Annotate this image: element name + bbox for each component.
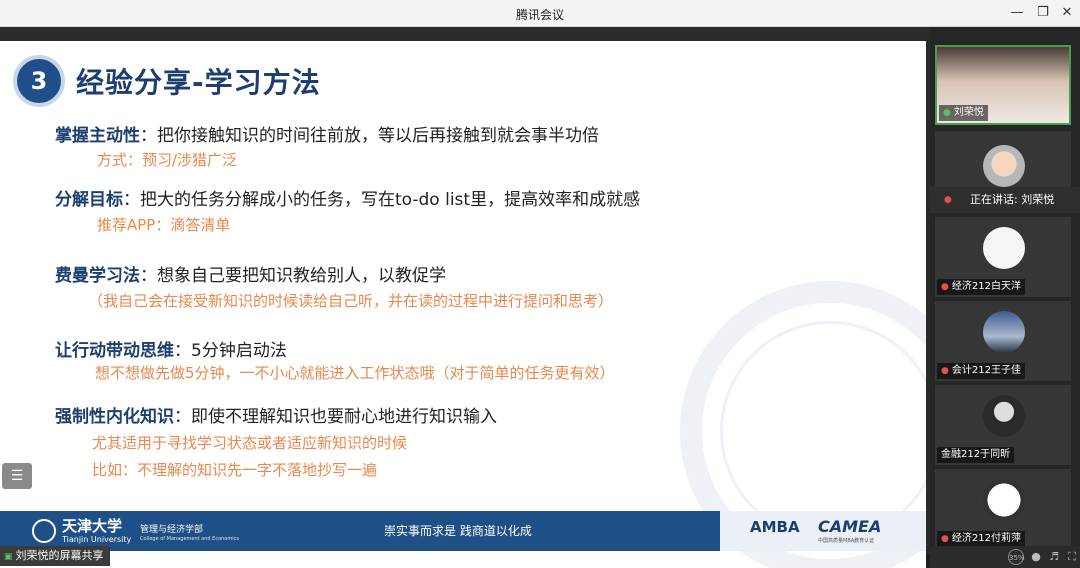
participant-name: ● 刘荣悦 xyxy=(939,105,988,121)
participant-tile[interactable]: ● 经济212付莉萍 xyxy=(935,469,1071,549)
bottom-toolbar: 35% ● ♬ ⛶ xyxy=(930,546,1080,568)
tip-subtext: 比如：不理解的知识先一字不落地抄写一遍 xyxy=(92,461,378,479)
mic-muted-icon: ● xyxy=(941,534,949,544)
camea-logo: CAMEA xyxy=(818,517,882,536)
mic-on-icon: ● xyxy=(943,108,951,118)
university-name-cn: 天津大学 xyxy=(62,517,123,535)
tip-text: ：5分钟启动法 xyxy=(174,341,287,361)
avatar xyxy=(983,145,1025,187)
participant-tile[interactable]: 金融212于同昕 xyxy=(935,385,1071,465)
tip-key: 费曼学习法 xyxy=(55,266,140,286)
avatar xyxy=(983,395,1025,437)
tip-text: ：即使不理解知识也要耐心地进行知识输入 xyxy=(174,407,497,427)
tip-text: ：把大的任务分解成小的任务，写在to-do list里，提高效率和成就感 xyxy=(123,190,641,210)
meeting-window: 腾讯会议 — ❐ ✕ 3 经验分享-学习方法 掌握主动性：把你接触知识的时间往前… xyxy=(0,0,1080,568)
speaking-indicator: ● 正在讲话: 刘荣悦 xyxy=(930,187,1080,213)
slide-title: 经验分享-学习方法 xyxy=(76,66,321,99)
tip-subtext: 推荐APP：滴答清单 xyxy=(97,216,231,234)
participant-name: ● 会计212王子佳 xyxy=(937,363,1025,379)
amba-logo: AMBA xyxy=(750,518,800,536)
participant-name: ● 经济212白天洋 xyxy=(937,279,1025,295)
tip-key: 分解目标 xyxy=(55,190,123,210)
fullscreen-icon[interactable]: ⛶ xyxy=(1064,549,1080,565)
speaker-icon[interactable]: ♬ xyxy=(1046,549,1062,565)
monitor-icon: ▣ xyxy=(4,552,13,562)
mic-muted-icon: ● xyxy=(941,366,949,376)
university-logo-icon xyxy=(32,519,56,543)
slide-footer: 天津大学 Tianjin University 管理与经济学部 College … xyxy=(0,511,926,551)
avatar xyxy=(983,227,1025,269)
participant-name: 金融212于同昕 xyxy=(937,447,1015,463)
title-bar: 腾讯会议 — ❐ ✕ xyxy=(0,0,1080,27)
tip-item: 强制性内化知识：即使不理解知识也要耐心地进行知识输入 xyxy=(55,402,497,427)
close-icon[interactable]: ✕ xyxy=(1054,3,1080,23)
participant-tile[interactable]: ● 经济212白天洋 xyxy=(935,217,1071,297)
screen-share-label: ▣ 刘荣悦的屏幕共享 xyxy=(0,546,110,566)
tip-item: 让行动带动思维：5分钟启动法 xyxy=(55,336,287,361)
participant-name: ● 经济212付莉萍 xyxy=(937,531,1025,547)
participants-panel[interactable]: ● 刘荣悦 ● 经济212白天洋 ● 会计212王子佳 金融212于同昕 ● 经济212… xyxy=(930,27,1080,549)
avatar xyxy=(983,311,1025,353)
camea-subtitle: 中国高质量MBA教育认证 xyxy=(818,538,875,544)
tip-key: 让行动带动思维 xyxy=(55,341,174,361)
tip-item: 掌握主动性：把你接触知识的时间往前放，等以后再接触到就会事半功倍 xyxy=(55,121,599,146)
network-badge-icon[interactable]: 35% xyxy=(1008,549,1025,565)
tip-subtext: 想不想做先做5分钟，一不小心就能进入工作状态哦（对于简单的任务更有效） xyxy=(95,364,615,382)
tip-subtext: 尤其适用于寻找学习状态或者适应新知识的时候 xyxy=(92,434,408,452)
department-name-en: College of Management and Economics xyxy=(140,536,239,542)
tip-subtext: 方式：预习/涉猎广泛 xyxy=(97,151,238,169)
tip-item: 费曼学习法：想象自己要把知识教给别人，以教促学 xyxy=(55,261,446,286)
menu-list-icon[interactable]: ☰ xyxy=(2,463,32,489)
mic-muted-icon: ● xyxy=(944,195,952,205)
tip-text: ：把你接触知识的时间往前放，等以后再接触到就会事半功倍 xyxy=(140,126,599,146)
tip-key: 强制性内化知识 xyxy=(55,407,174,427)
university-motto: 崇实事而求是 践商道以化成 xyxy=(384,524,532,538)
university-seal-inner xyxy=(720,321,926,541)
avatar xyxy=(983,479,1025,521)
participant-tile-speaker[interactable]: ● 刘荣悦 xyxy=(935,45,1071,125)
window-title: 腾讯会议 xyxy=(515,8,564,22)
minimize-icon[interactable]: — xyxy=(1004,3,1030,23)
tip-subtext: （我自己会在接受新知识的时候读给自己听，并在读的过程中进行提问和思考） xyxy=(88,292,614,310)
accreditation-logos: AMBA CAMEA 中国高质量MBA教育认证 xyxy=(720,511,926,551)
presentation-slide: 3 经验分享-学习方法 掌握主动性：把你接触知识的时间往前放，等以后再接触到就会… xyxy=(0,41,926,568)
restore-icon[interactable]: ❐ xyxy=(1030,3,1056,23)
mic-muted-icon: ● xyxy=(941,282,949,292)
tip-key: 掌握主动性 xyxy=(55,126,140,146)
shared-screen-area: 3 经验分享-学习方法 掌握主动性：把你接触知识的时间往前放，等以后再接触到就会… xyxy=(0,27,930,568)
department-name-cn: 管理与经济学部 xyxy=(140,525,204,535)
section-number-badge: 3 xyxy=(13,55,65,107)
tip-item: 分解目标：把大的任务分解成小的任务，写在to-do list里，提高效率和成就感 xyxy=(55,185,640,210)
participant-tile[interactable]: ● 会计212王子佳 xyxy=(935,301,1071,381)
tip-text: ：想象自己要把知识教给别人，以教促学 xyxy=(140,266,446,286)
university-name-en: Tianjin University xyxy=(62,535,132,544)
mic-icon[interactable]: ● xyxy=(1028,549,1044,565)
